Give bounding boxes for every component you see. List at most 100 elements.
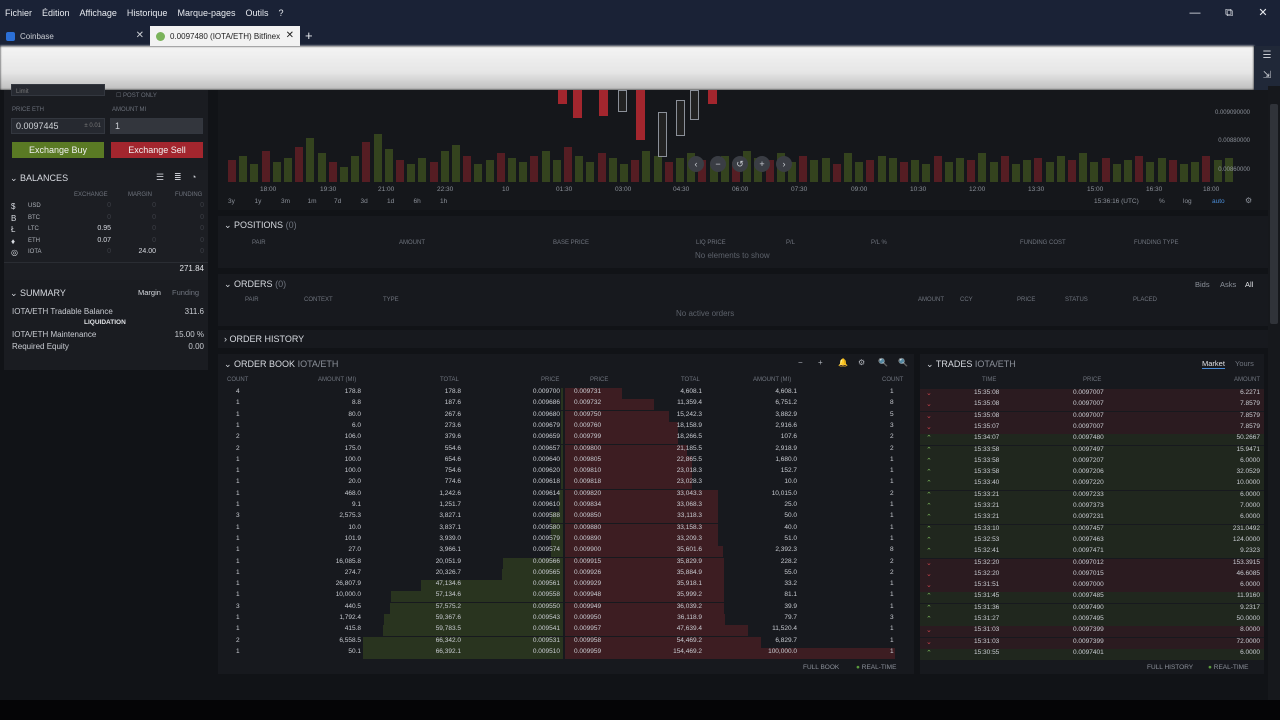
new-tab-button[interactable]: + — [305, 26, 317, 46]
timeframe-3d[interactable]: 3d — [361, 198, 368, 205]
exchange-sell-button[interactable]: Exchange Sell — [111, 142, 203, 158]
bid-total: 273.6 — [444, 421, 461, 429]
positions-col-header[interactable]: FUNDING TYPE — [1134, 240, 1179, 246]
bid-total: 59,367.6 — [435, 614, 461, 621]
summary-tab-margin[interactable]: Margin — [138, 288, 161, 297]
order-history-panel[interactable]: › ORDER HISTORY — [218, 330, 1268, 348]
decrease-precision-icon[interactable]: − — [798, 358, 803, 367]
menu-view[interactable]: Affichage — [75, 8, 122, 18]
increase-precision-icon[interactable]: + — [818, 358, 823, 367]
menu-edit[interactable]: Édition — [37, 8, 75, 18]
scroll-left-icon[interactable]: ‹ — [688, 156, 704, 172]
balance-margin: 0 — [152, 202, 156, 209]
maximize-button[interactable]: ⧉ — [1212, 0, 1246, 26]
menu-history[interactable]: Historique — [122, 8, 173, 18]
settings-icon[interactable]: ⚙ — [858, 358, 865, 367]
timeframe-7d[interactable]: 7d — [334, 198, 341, 205]
trades-tab-yours[interactable]: Yours — [1235, 359, 1254, 368]
address-bar[interactable] — [0, 46, 1254, 90]
trades-tab-market[interactable]: Market — [1202, 359, 1225, 369]
volume-bar — [1000, 155, 1009, 182]
bid-total: 754.6 — [444, 467, 461, 475]
tab-bitfinex[interactable]: 0.0097480 (IOTA/ETH) Bitfinex ✕ — [150, 26, 300, 46]
positions-col-header[interactable]: FUNDING COST — [1020, 240, 1066, 246]
close-window-button[interactable]: ✕ — [1246, 0, 1280, 26]
orders-col-header[interactable]: PRICE — [1017, 297, 1035, 303]
scrollbar-thumb[interactable] — [1270, 104, 1278, 324]
reset-icon[interactable]: ↺ — [732, 156, 748, 172]
timeframe-1d[interactable]: 1d — [387, 198, 394, 205]
detail-view-icon[interactable]: ≣ — [174, 172, 182, 183]
amount-input[interactable]: 1 — [110, 118, 203, 134]
close-tab-icon[interactable]: ✕ — [286, 30, 294, 41]
chart-settings-icon[interactable]: ⚙ — [1245, 196, 1252, 205]
orders-col-header[interactable]: CONTEXT — [304, 297, 333, 303]
close-tab-icon[interactable]: ✕ — [136, 30, 144, 41]
filter-all[interactable]: All — [1245, 280, 1253, 289]
arrow-down-icon: ⌄ — [926, 412, 932, 420]
positions-col-header[interactable]: P/L % — [871, 240, 887, 246]
summary-tab-funding[interactable]: Funding — [172, 288, 199, 297]
exchange-buy-button[interactable]: Exchange Buy — [12, 142, 104, 158]
order-history-title[interactable]: › ORDER HISTORY — [224, 334, 304, 344]
positions-col-header[interactable]: P/L — [786, 240, 795, 246]
page-scrollbar[interactable] — [1268, 86, 1280, 700]
bid-amount: 178.8 — [344, 388, 361, 395]
summary-title[interactable]: ⌄ SUMMARY — [10, 288, 66, 299]
list-view-icon[interactable]: ☰ — [156, 172, 164, 183]
minimize-button[interactable]: — — [1178, 0, 1212, 26]
positions-col-header[interactable]: BASE PRICE — [553, 240, 589, 246]
auto-toggle[interactable]: auto — [1212, 198, 1225, 205]
positions-col-header[interactable]: PAIR — [252, 240, 266, 246]
orders-col-header[interactable]: AMOUNT — [918, 297, 944, 303]
orders-title[interactable]: ⌄ ORDERS (0) — [224, 279, 286, 290]
menu-bookmarks[interactable]: Marque-pages — [172, 8, 240, 18]
bid-price: 0.009588 — [532, 512, 560, 520]
positions-col-header[interactable]: LIQ PRICE — [696, 240, 726, 246]
timeframe-1h[interactable]: 1h — [440, 198, 447, 205]
hamburger-menu-icon[interactable]: ☰ — [1254, 46, 1280, 66]
orders-col-header[interactable]: PLACED — [1133, 297, 1157, 303]
order-book-pair: IOTA/ETH — [297, 359, 339, 369]
price-input[interactable]: 0.0097445 ± 0.01 — [11, 118, 105, 134]
orders-col-header[interactable]: PAIR — [245, 297, 259, 303]
percent-toggle[interactable]: % — [1159, 198, 1165, 205]
timeframe-1m[interactable]: 1m — [308, 198, 317, 205]
orders-col-header[interactable]: STATUS — [1065, 297, 1088, 303]
filter-asks[interactable]: Asks — [1220, 280, 1236, 289]
positions-col-header[interactable]: AMOUNT — [399, 240, 425, 246]
zoom-in-icon[interactable]: + — [754, 156, 770, 172]
full-history-link[interactable]: FULL HISTORY — [1147, 664, 1193, 671]
positions-title[interactable]: ⌄ POSITIONS (0) — [224, 220, 297, 231]
filter-bids[interactable]: Bids — [1195, 280, 1210, 289]
expand-arrows-icon[interactable]: ⇲ — [1254, 66, 1280, 86]
menu-file[interactable]: Fichier — [0, 8, 37, 18]
zoom-in-icon[interactable]: 🔍 — [898, 358, 908, 367]
timeframe-3m[interactable]: 3m — [281, 198, 290, 205]
ob-col-total: TOTAL — [440, 377, 459, 383]
bell-icon[interactable]: 🔔 — [838, 358, 848, 367]
trade-price: 0.0097463 — [1073, 535, 1104, 543]
menu-help[interactable]: ? — [274, 8, 289, 18]
menu-tools[interactable]: Outils — [241, 8, 274, 18]
pie-chart-icon[interactable]: ◔ — [191, 172, 196, 182]
balances-title[interactable]: ⌄ BALANCES — [10, 173, 68, 184]
scroll-right-icon[interactable]: › — [776, 156, 792, 172]
log-toggle[interactable]: log — [1183, 198, 1192, 205]
timeframe-3y[interactable]: 3y — [228, 198, 235, 205]
price-chart[interactable]: 18:00 19:30 21:00 22:30 10 01:30 03:00 04:30 06:… — [218, 90, 1268, 210]
orders-col-header[interactable]: CCY — [960, 297, 973, 303]
trades-title[interactable]: ⌄ TRADES IOTA/ETH — [926, 359, 1016, 370]
zoom-out-icon[interactable]: 🔍 — [878, 358, 888, 367]
volume-bar — [250, 164, 259, 182]
timeframe-6h[interactable]: 6h — [414, 198, 421, 205]
zoom-out-icon[interactable]: − — [710, 156, 726, 172]
order-book-title[interactable]: ⌄ ORDER BOOK IOTA/ETH — [224, 359, 338, 370]
bid-depth-bar — [561, 399, 563, 411]
post-only-checkbox[interactable]: ☐ POST ONLY — [116, 92, 157, 99]
orders-col-header[interactable]: TYPE — [383, 297, 399, 303]
timeframe-1y[interactable]: 1y — [255, 198, 262, 205]
tab-coinbase[interactable]: Coinbase ✕ — [0, 26, 150, 46]
order-type-select[interactable]: Limit — [11, 84, 105, 96]
full-book-link[interactable]: FULL BOOK — [803, 664, 839, 671]
